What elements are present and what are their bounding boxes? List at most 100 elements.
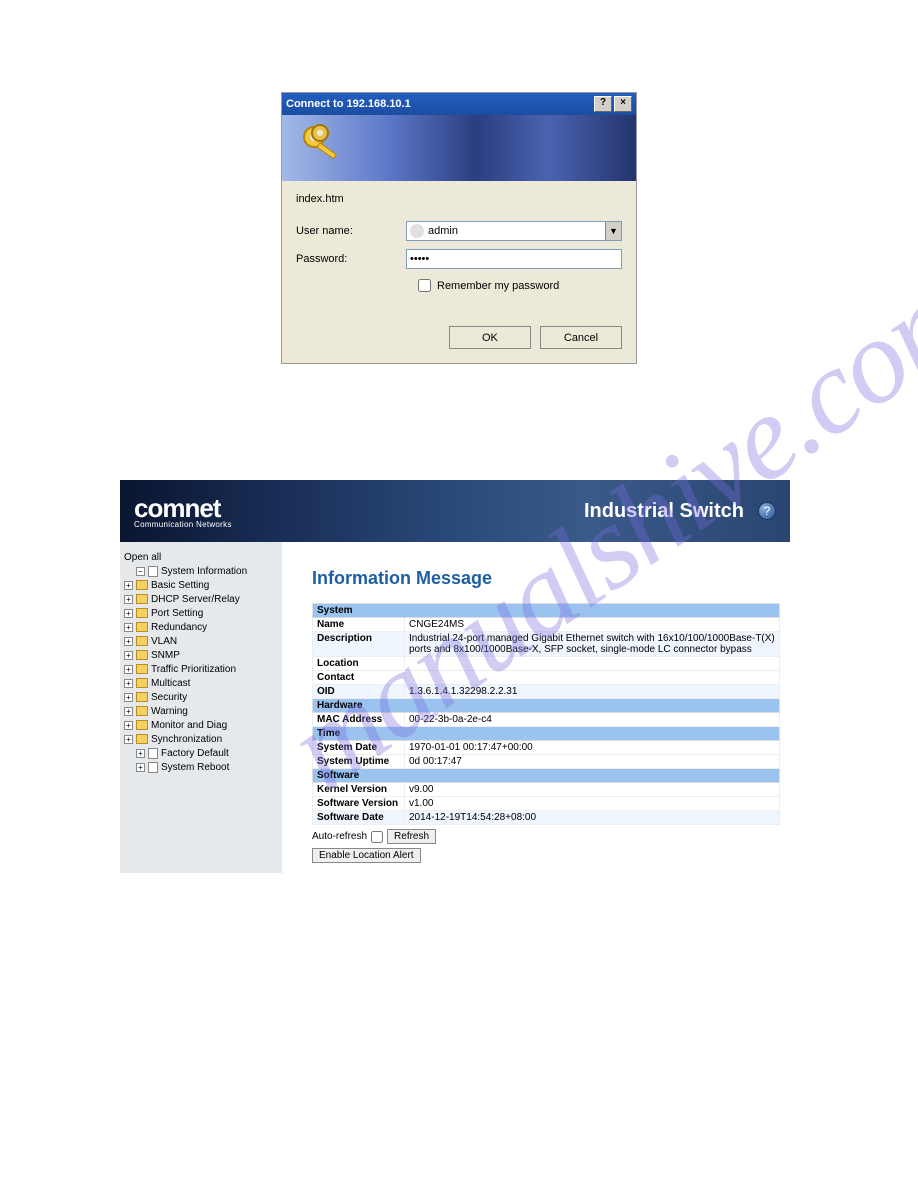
cancel-button[interactable]: Cancel [540,326,622,349]
sidebar-item-port-setting[interactable]: + Port Setting [124,606,278,620]
brand-logo: comnet Communication Networks [134,493,232,529]
sidebar-label: Basic Setting [151,580,209,591]
sidebar-label: Traffic Prioritization [151,664,236,675]
username-label: User name: [296,225,406,237]
doc-icon [148,762,158,773]
row-key: Software Version [313,797,405,811]
sidebar-label: SNMP [151,650,180,661]
plus-icon[interactable]: + [124,707,133,716]
password-field[interactable]: ••••• [406,249,622,269]
folder-icon [136,580,148,590]
plus-icon[interactable]: + [136,763,145,772]
keys-icon [296,121,346,171]
main-heading: Information Message [312,568,780,589]
plus-icon[interactable]: + [124,609,133,618]
plus-icon[interactable]: + [124,581,133,590]
sidebar: Open all −System Information + Basic Sett… [120,542,282,873]
plus-icon[interactable]: + [124,637,133,646]
plus-icon[interactable]: + [124,735,133,744]
plus-icon[interactable]: + [124,595,133,604]
folder-icon [136,664,148,674]
plus-icon[interactable]: + [124,721,133,730]
folder-icon [136,636,148,646]
row-val: 1970-01-01 00:17:47+00:00 [405,741,780,755]
open-all-label: Open all [124,552,161,563]
sidebar-item-multicast[interactable]: +Multicast [124,676,278,690]
dialog-titlebar[interactable]: Connect to 192.168.10.1 ? × [282,93,636,115]
dialog-body: index.htm User name: admin ▼ Password: •… [282,181,636,363]
row-val [405,671,780,685]
sidebar-item-synchronization[interactable]: + Synchronization [124,732,278,746]
row-val: CNGE24MS [405,618,780,632]
row-key: Name [313,618,405,632]
password-label: Password: [296,253,406,265]
open-all-link[interactable]: Open all [124,550,278,564]
minus-icon[interactable]: − [136,567,145,576]
section-system: System [313,604,780,618]
sidebar-label: Security [151,692,187,703]
password-value: ••••• [410,253,429,265]
sidebar-label: Synchronization [151,734,222,745]
row-key: Contact [313,671,405,685]
refresh-button[interactable]: Refresh [387,829,436,844]
sidebar-item-warning[interactable]: + Warning [124,704,278,718]
folder-icon [136,720,148,730]
sidebar-item-security[interactable]: + Security [124,690,278,704]
sidebar-item-dhcp[interactable]: + DHCP Server/Relay [124,592,278,606]
realm-label: index.htm [296,193,622,205]
row-key: Description [313,632,405,657]
help-button[interactable]: ? [594,96,612,112]
close-button[interactable]: × [614,96,632,112]
row-key: MAC Address [313,713,405,727]
plus-icon[interactable]: + [124,693,133,702]
help-icon[interactable]: ? [758,502,776,520]
sidebar-item-vlan[interactable]: + VLAN [124,634,278,648]
folder-icon [136,692,148,702]
sidebar-item-basic-setting[interactable]: + Basic Setting [124,578,278,592]
auto-refresh-label: Auto-refresh [312,831,367,842]
sidebar-item-traffic[interactable]: + Traffic Prioritization [124,662,278,676]
sidebar-label: DHCP Server/Relay [151,594,240,605]
enable-location-alert-button[interactable]: Enable Location Alert [312,848,421,863]
row-key: OID [313,685,405,699]
row-val: v9.00 [405,783,780,797]
brand-subtitle: Communication Networks [134,520,232,529]
folder-icon [136,678,148,688]
page-title: Industrial Switch [584,500,744,523]
folder-icon [136,706,148,716]
folder-icon [136,650,148,660]
ok-button[interactable]: OK [449,326,531,349]
sidebar-item-system-information[interactable]: −System Information [124,564,278,578]
row-val: Industrial 24-port managed Gigabit Ether… [405,632,780,657]
plus-icon[interactable]: + [124,651,133,660]
folder-icon [136,622,148,632]
row-key: System Date [313,741,405,755]
section-software: Software [313,769,780,783]
dialog-banner [282,115,636,181]
row-val [405,657,780,671]
sidebar-item-snmp[interactable]: + SNMP [124,648,278,662]
sidebar-item-redundancy[interactable]: + Redundancy [124,620,278,634]
switch-header: comnet Communication Networks Industrial… [120,480,790,542]
plus-icon[interactable]: + [136,749,145,758]
folder-icon [136,608,148,618]
plus-icon[interactable]: + [124,679,133,688]
remember-checkbox[interactable] [418,279,431,292]
plus-icon[interactable]: + [124,665,133,674]
remember-label: Remember my password [437,280,559,292]
sidebar-item-system-reboot[interactable]: +System Reboot [124,760,278,774]
plus-icon[interactable]: + [124,623,133,632]
sidebar-label: Redundancy [151,622,207,633]
sidebar-label: Factory Default [161,748,229,759]
sidebar-label: VLAN [151,636,177,647]
auto-refresh-checkbox[interactable] [371,831,383,843]
username-field[interactable]: admin ▼ [406,221,622,241]
row-key: Kernel Version [313,783,405,797]
dropdown-icon[interactable]: ▼ [605,222,621,240]
switch-webui: comnet Communication Networks Industrial… [120,480,790,873]
sidebar-item-factory-default[interactable]: + Factory Default [124,746,278,760]
sidebar-label: Warning [151,706,188,717]
sidebar-label: Port Setting [151,608,203,619]
row-val: 2014-12-19T14:54:28+08:00 [405,811,780,825]
sidebar-item-monitor[interactable]: +Monitor and Diag [124,718,278,732]
